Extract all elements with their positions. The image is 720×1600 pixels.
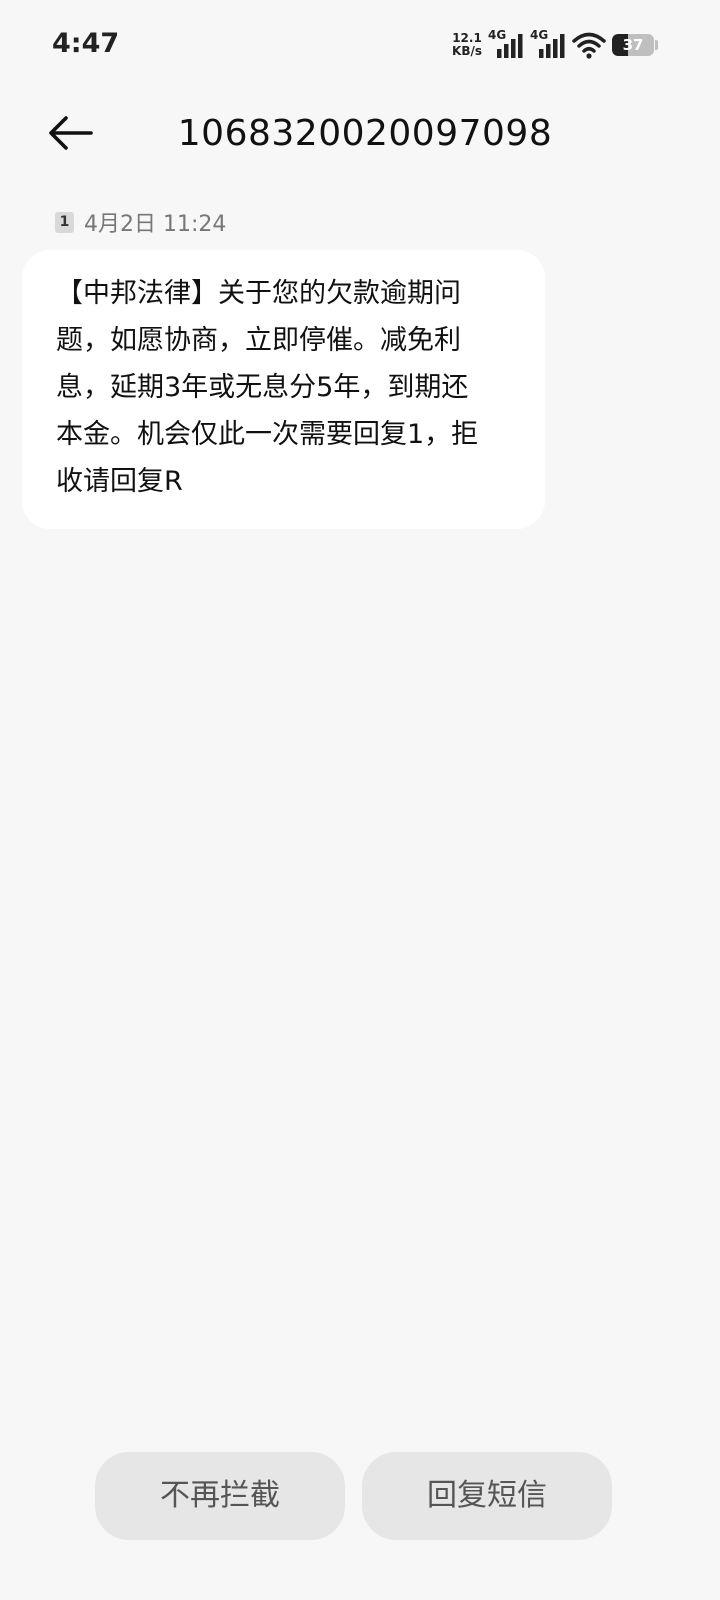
message-line: 题，如愿协商，立即停催。减免利 <box>56 325 461 356</box>
contact-number-title: 1068320020097098 <box>177 113 553 154</box>
signal-bars-icon <box>497 34 523 58</box>
message-line: 【中邦法律】关于您的欠款逾期问 <box>56 278 461 309</box>
message-text: 【中邦法律】关于您的欠款逾期问 题，如愿协商，立即停催。减免利 息，延期3年或无… <box>56 270 515 505</box>
network-speed-unit: KB/s <box>452 44 482 58</box>
message-line: 本金。机会仅此一次需要回复1，拒 <box>56 419 479 450</box>
reply-sms-button[interactable]: 回复短信 <box>362 1452 612 1540</box>
status-icons: 12.1 KB/s 4G 4G 37 <box>452 28 658 62</box>
status-bar: 4:47 12.1 KB/s 4G 4G 37 <box>0 0 720 92</box>
sim1-signal: 4G <box>488 28 528 62</box>
unblock-button[interactable]: 不再拦截 <box>95 1452 345 1540</box>
message-bubble[interactable]: 【中邦法律】关于您的欠款逾期问 题，如愿协商，立即停催。减免利 息，延期3年或无… <box>22 250 545 529</box>
message-line: 息，延期3年或无息分5年，到期还 <box>56 372 469 403</box>
message-meta: 1 4月2日 11:24 <box>55 207 226 237</box>
battery-level: 37 <box>622 36 644 54</box>
status-time: 4:47 <box>52 28 120 59</box>
network-speed: 12.1 KB/s <box>452 32 482 58</box>
sms-conversation-screen: 4:47 12.1 KB/s 4G 4G 37 1068320020097098… <box>0 0 720 1600</box>
signal-bars-icon <box>539 34 565 58</box>
battery-tip <box>655 40 658 50</box>
wifi-icon <box>572 32 606 59</box>
battery-icon: 37 <box>612 34 654 56</box>
message-timestamp: 4月2日 11:24 <box>84 212 227 237</box>
sim2-signal: 4G <box>530 28 570 62</box>
sim-card-badge: 1 <box>55 211 74 233</box>
message-line: 收请回复R <box>56 466 183 497</box>
